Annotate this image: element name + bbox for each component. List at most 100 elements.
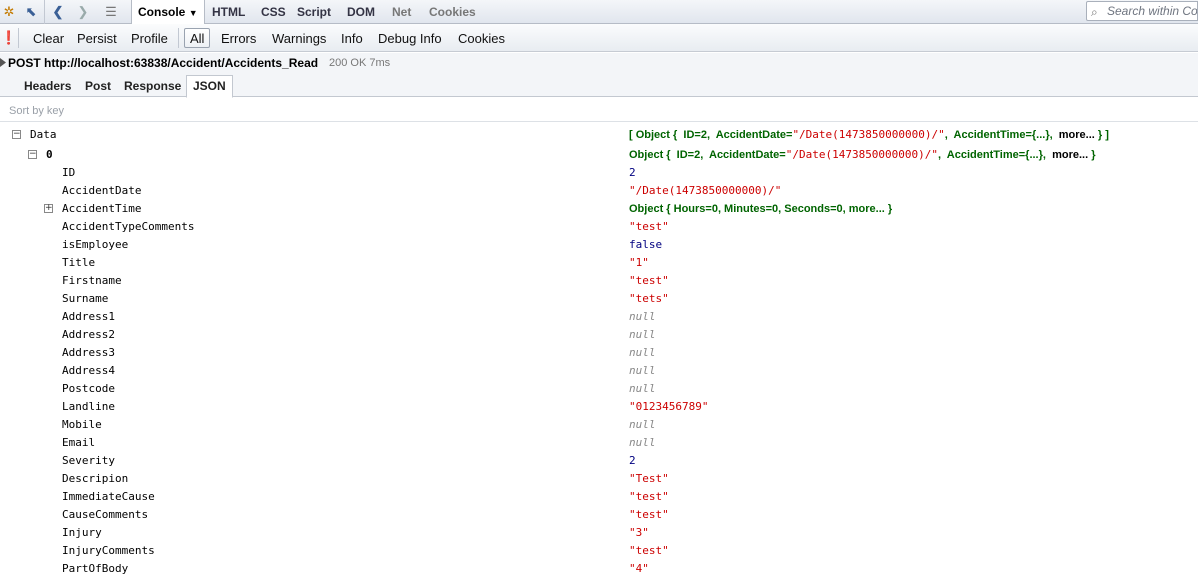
- tree-row[interactable]: ImmediateCause "test": [0, 488, 1198, 506]
- filter-all-button[interactable]: All: [184, 28, 211, 48]
- tab-cookies[interactable]: Cookies: [423, 0, 482, 24]
- tree-key: PartOfBody: [62, 562, 129, 575]
- tree-row[interactable]: Firstname "test": [0, 272, 1198, 290]
- collapse-icon[interactable]: −: [12, 130, 21, 139]
- tree-key: Address3: [62, 346, 115, 359]
- error-breakpoint-icon[interactable]: ❗: [0, 29, 18, 47]
- tree-row[interactable]: Descripion "Test": [0, 470, 1198, 488]
- tree-key: Postcode: [62, 382, 115, 395]
- tree-value: "tets": [629, 292, 669, 305]
- tree-value: null: [629, 328, 656, 341]
- tree-key: Injury: [62, 526, 102, 539]
- tree-value: null: [629, 436, 656, 449]
- sort-by-key-label: Sort by key: [9, 105, 65, 117]
- tree-row[interactable]: isEmployee false: [0, 236, 1198, 254]
- toolbar-divider: [44, 0, 45, 24]
- filter-debug-info-button[interactable]: Debug Info: [372, 28, 448, 48]
- clear-button[interactable]: Clear: [27, 28, 70, 48]
- tree-row[interactable]: Email null: [0, 434, 1198, 452]
- filter-info-button[interactable]: Info: [335, 28, 369, 48]
- tree-value: null: [629, 382, 656, 395]
- tree-value: 2: [629, 454, 636, 467]
- filter-all-label: All: [190, 31, 205, 46]
- tree-row[interactable]: Landline "0123456789": [0, 398, 1198, 416]
- tree-row[interactable]: ID 2: [0, 164, 1198, 182]
- firebug-main-toolbar: ✲ ⬉ ❮ ❯ ☰ Console ▼ HTML CSS Script DOM …: [0, 0, 1198, 25]
- tab-headers[interactable]: Headers: [18, 76, 77, 97]
- tree-row[interactable]: Address3 null: [0, 344, 1198, 362]
- search-icon: ⌕: [1091, 5, 1098, 19]
- tree-row[interactable]: Address2 null: [0, 326, 1198, 344]
- tree-key: Data: [30, 128, 57, 141]
- tree-value: "/Date(1473850000000)/": [629, 184, 782, 197]
- tree-value[interactable]: Object { Hours=0, Minutes=0, Seconds=0, …: [629, 200, 892, 218]
- tab-html[interactable]: HTML: [206, 0, 251, 24]
- sort-by-key-bar[interactable]: Sort by key: [0, 98, 1198, 122]
- tree-row[interactable]: AccidentTypeComments "test": [0, 218, 1198, 236]
- tree-value: "3": [629, 526, 649, 539]
- tab-response-label: Response: [124, 79, 182, 93]
- tab-script[interactable]: Script: [291, 0, 337, 24]
- tree-value: "1": [629, 256, 649, 269]
- tree-value-summary[interactable]: Object { ID=2, AccidentDate="/Date(14738…: [629, 146, 1095, 164]
- inspect-element-icon[interactable]: ⬉: [22, 3, 40, 21]
- tree-row[interactable]: CauseComments "test": [0, 506, 1198, 524]
- tab-console[interactable]: Console ▼: [131, 0, 205, 25]
- filter-warnings-label: Warnings: [272, 31, 327, 46]
- command-line-icon[interactable]: ☰: [102, 3, 120, 21]
- tree-row[interactable]: Address1 null: [0, 308, 1198, 326]
- tree-row[interactable]: Title "1": [0, 254, 1198, 272]
- tree-value: null: [629, 364, 656, 377]
- profile-button-label: Profile: [131, 31, 168, 46]
- tree-row[interactable]: Severity 2: [0, 452, 1198, 470]
- expand-icon[interactable]: +: [44, 204, 53, 213]
- tab-headers-label: Headers: [24, 79, 72, 93]
- chevron-down-icon[interactable]: ▼: [189, 8, 198, 18]
- tree-key: 0: [46, 148, 53, 161]
- back-arrow-icon[interactable]: ❮: [49, 3, 67, 21]
- persist-button-label: Persist: [77, 31, 117, 46]
- filter-warnings-button[interactable]: Warnings: [266, 28, 332, 48]
- tab-dom-label: DOM: [347, 5, 375, 19]
- tree-row-index-0[interactable]: − 0 Object { ID=2, AccidentDate="/Date(1…: [0, 146, 1198, 164]
- collapse-icon[interactable]: −: [28, 150, 37, 159]
- tree-row[interactable]: PartOfBody "4": [0, 560, 1198, 576]
- tab-script-label: Script: [297, 5, 332, 19]
- tree-row[interactable]: Mobile null: [0, 416, 1198, 434]
- tree-row[interactable]: Surname "tets": [0, 290, 1198, 308]
- forward-arrow-icon[interactable]: ❯: [74, 3, 92, 21]
- filter-debug-info-label: Debug Info: [378, 31, 442, 46]
- filter-errors-label: Errors: [221, 31, 257, 46]
- tree-row[interactable]: AccidentDate "/Date(1473850000000)/": [0, 182, 1198, 200]
- tree-row[interactable]: InjuryComments "test": [0, 542, 1198, 560]
- tab-post[interactable]: Post: [79, 76, 117, 97]
- tab-response[interactable]: Response: [118, 76, 187, 97]
- expand-triangle-icon[interactable]: [0, 58, 6, 67]
- tab-html-label: HTML: [212, 5, 246, 19]
- filter-errors-button[interactable]: Errors: [215, 28, 262, 48]
- tab-json[interactable]: JSON: [186, 75, 233, 98]
- tree-row-data[interactable]: − Data [ Object { ID=2, AccidentDate="/D…: [0, 126, 1198, 144]
- tree-row[interactable]: Postcode null: [0, 380, 1198, 398]
- tree-row[interactable]: + AccidentTime Object { Hours=0, Minutes=0…: [0, 200, 1198, 218]
- tree-key: Address2: [62, 328, 115, 341]
- tab-dom[interactable]: DOM: [341, 0, 381, 24]
- tab-net[interactable]: Net: [386, 0, 417, 24]
- filter-cookies-button[interactable]: Cookies: [452, 28, 511, 48]
- tree-value-summary[interactable]: [ Object { ID=2, AccidentDate="/Date(147…: [629, 126, 1109, 144]
- profile-button[interactable]: Profile: [125, 28, 174, 48]
- tree-value: "4": [629, 562, 649, 575]
- tree-key: AccidentTypeComments: [62, 220, 195, 233]
- tree-key: Title: [62, 256, 96, 269]
- tree-row[interactable]: Address4 null: [0, 362, 1198, 380]
- request-entry[interactable]: POST http://localhost:63838/Accident/Acc…: [0, 53, 1198, 73]
- tree-key: Landline: [62, 400, 115, 413]
- persist-button[interactable]: Persist: [71, 28, 123, 48]
- tab-css[interactable]: CSS: [255, 0, 292, 24]
- tree-key: CauseComments: [62, 508, 149, 521]
- tree-row[interactable]: Injury "3": [0, 524, 1198, 542]
- tree-key: Descripion: [62, 472, 129, 485]
- tree-value: 2: [629, 166, 636, 179]
- search-input[interactable]: ⌕ Search within Co: [1086, 1, 1198, 21]
- firebug-bug-icon[interactable]: ✲: [0, 3, 18, 21]
